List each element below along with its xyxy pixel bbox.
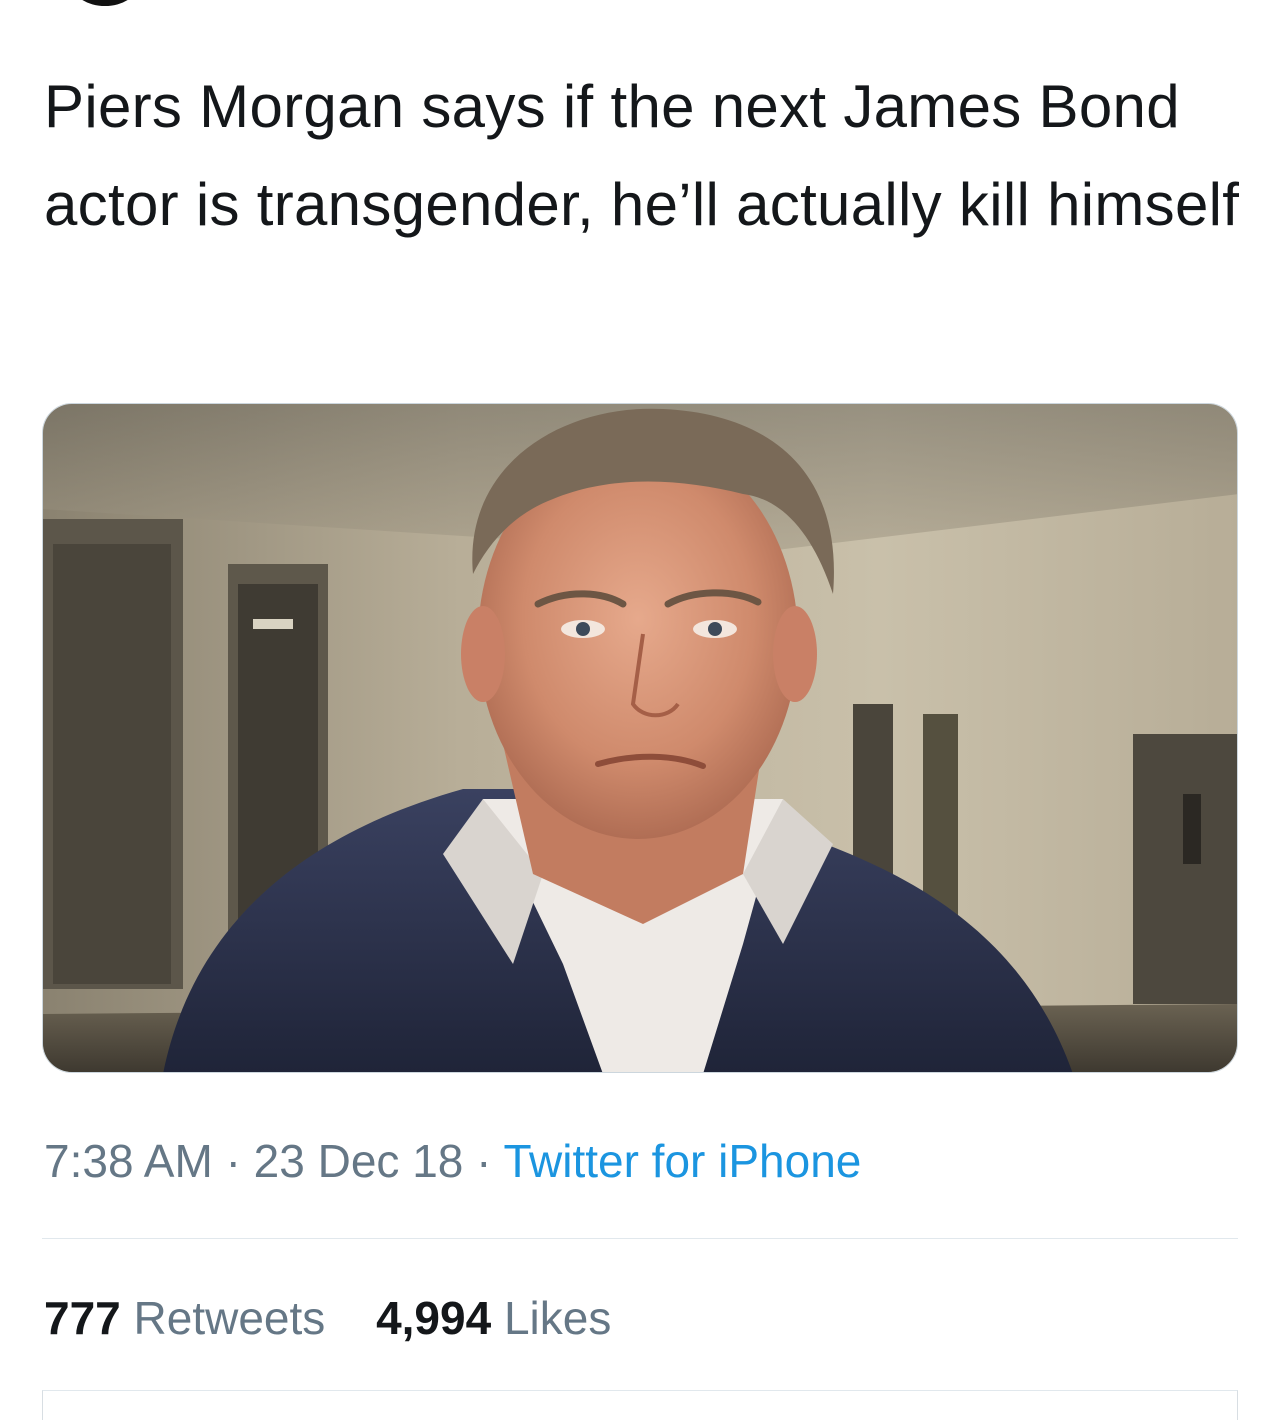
tweet-photo[interactable]: [42, 403, 1238, 1073]
retweets-label: Retweets: [133, 1292, 326, 1344]
meta-separator: ·: [225, 1135, 241, 1187]
tweet-stats: 777 Retweets 4,994 Likes: [44, 1290, 649, 1346]
divider: [42, 1238, 1238, 1239]
tweet-time[interactable]: 7:38 AM: [44, 1135, 213, 1187]
retweets-stat[interactable]: 777 Retweets: [44, 1292, 325, 1344]
avatar[interactable]: [72, 0, 138, 6]
tweet-text: Piers Morgan says if the next James Bond…: [44, 73, 1240, 238]
meta-separator: ·: [476, 1135, 492, 1187]
tweet-date[interactable]: 23 Dec 18: [254, 1135, 464, 1187]
likes-stat[interactable]: 4,994 Likes: [376, 1292, 611, 1344]
likes-label: Likes: [503, 1292, 612, 1344]
photo-image: [43, 404, 1237, 1072]
tweet-metadata: 7:38 AM · 23 Dec 18 · Twitter for iPhone: [44, 1133, 861, 1189]
retweets-count: 777: [44, 1292, 121, 1344]
tweet-source-link[interactable]: Twitter for iPhone: [503, 1135, 861, 1187]
tweet-action-bar: [42, 1390, 1238, 1420]
likes-count: 4,994: [376, 1292, 492, 1344]
